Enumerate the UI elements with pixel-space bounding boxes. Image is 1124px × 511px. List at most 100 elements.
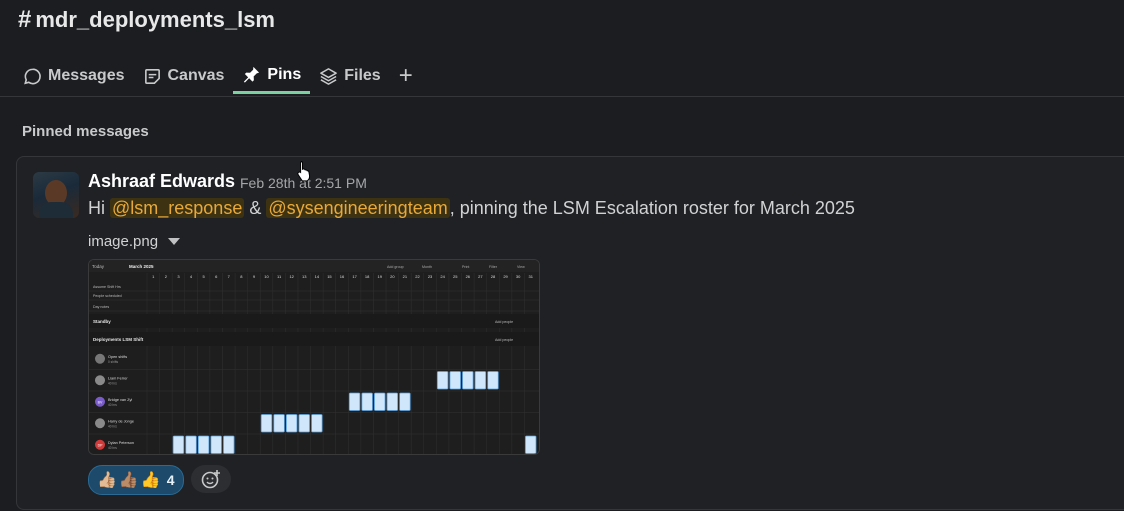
roster-shift-block [399, 392, 411, 411]
roster-person-hours: 40 hrs [108, 424, 117, 428]
attachment-name: image.png [88, 233, 159, 250]
roster-shift-block [285, 414, 298, 433]
roster-shift-block [436, 371, 449, 390]
roster-shift-block [273, 414, 285, 433]
tab-canvas-label: Canvas [167, 67, 225, 84]
avatar[interactable] [33, 172, 79, 218]
add-tab-button[interactable]: + [390, 58, 422, 94]
roster-shift-block [197, 435, 210, 454]
reactions-bar: 👍🏼 👍🏽 👍 4 [88, 465, 231, 495]
message-text-and: & [244, 198, 267, 218]
tab-messages[interactable]: Messages [14, 58, 134, 94]
roster-day-label: 19 [378, 274, 383, 279]
roster-day-label: 15 [327, 274, 332, 279]
roster-day-label: 18 [365, 274, 370, 279]
roster-shift-block [185, 435, 197, 454]
roster-person-hours: 0 shifts [108, 360, 119, 364]
roster-day-label: 10 [264, 274, 269, 279]
roster-person-avatar [95, 375, 105, 386]
roster-month-label: March 2025 [129, 264, 154, 269]
roster-image[interactable]: Today March 2025 Add group Month Print Filter… [88, 259, 540, 455]
plus-icon: + [398, 62, 413, 89]
roster-add-people: Add people [495, 338, 513, 342]
roster-person-name: Harry de Jonge [108, 419, 134, 423]
roster-day-label: 24 [440, 274, 445, 279]
pinned-message-card[interactable]: Ashraaf Edwards Feb 28th at 2:51 PM Hi @… [16, 156, 1124, 510]
tab-canvas[interactable]: Canvas [134, 58, 234, 94]
roster-row-label: People scheduled [93, 294, 122, 298]
roster-toolbar [89, 260, 539, 272]
roster-shift-block [386, 392, 399, 411]
roster-row-label: Assume Shift Hrs [93, 285, 121, 289]
channel-tabs: Messages Canvas Pins Files + [14, 58, 422, 96]
roster-shift-block [474, 371, 487, 390]
tab-pins[interactable]: Pins [233, 58, 311, 94]
pin-icon [244, 66, 260, 83]
roster-day-label: 20 [390, 274, 395, 279]
roster-shift-block [348, 392, 361, 411]
roster-day-label: 22 [415, 274, 420, 279]
mention-sysengineeringteam[interactable]: @sysengineeringteam [266, 198, 450, 218]
roster-image-svg: Today March 2025 Add group Month Print Filter… [89, 260, 539, 454]
roster-shift-block [361, 392, 373, 411]
hand-cursor-icon [297, 161, 311, 182]
roster-shift-block [311, 414, 323, 433]
roster-deploy-band [89, 332, 539, 346]
roster-toolbar-item: Print [462, 265, 469, 269]
roster-today-label: Today [92, 264, 105, 269]
roster-person-initials: DP [98, 443, 104, 447]
roster-shift-block [449, 371, 461, 390]
roster-shift-block [260, 414, 273, 433]
roster-day-label: 17 [352, 274, 357, 279]
roster-toolbar-item: View [517, 265, 525, 269]
channel-hash: # [18, 6, 32, 33]
message-text-rest: , pinning the LSM Escalation roster for … [449, 198, 855, 218]
roster-row-label: Day notes [93, 305, 109, 309]
roster-shift-block [223, 435, 235, 454]
roster-day-label: 12 [289, 274, 294, 279]
roster-day-label: 31 [528, 274, 533, 279]
mention-lsm-response[interactable]: @lsm_response [110, 198, 245, 218]
tab-files[interactable]: Files [310, 58, 389, 94]
roster-day-label: 30 [516, 274, 521, 279]
chevron-down-icon[interactable] [168, 238, 181, 245]
roster-person-hours: 40 hrs [108, 446, 117, 450]
roster-day-label: 25 [453, 274, 458, 279]
roster-day-label: 13 [302, 274, 307, 279]
roster-add-people: Add people [495, 320, 513, 324]
add-reaction-button[interactable] [190, 465, 231, 493]
reaction-count: 4 [166, 472, 175, 488]
message-author[interactable]: Ashraaf Edwards [88, 171, 235, 192]
roster-standby-label: Standby [93, 319, 111, 324]
roster-toolbar-item: Month [422, 265, 432, 269]
roster-person-name: Open shifts [108, 355, 127, 359]
roster-deploy-label: Deployments LSM Shift [93, 337, 144, 342]
channel-title[interactable]: # mdr_deployments_lsm [18, 6, 275, 34]
roster-person-name: Bridge van Zyl [108, 398, 132, 402]
roster-day-label: 27 [478, 274, 483, 279]
message-text-hi: Hi [88, 198, 110, 218]
roster-person-name: Dylan Peterson [108, 441, 134, 445]
attachment-header[interactable]: image.png [88, 233, 181, 250]
message-icon [24, 68, 41, 84]
tab-messages-label: Messages [48, 67, 125, 84]
roster-toolbar-item: Filter [489, 265, 498, 269]
tab-files-label: Files [344, 67, 381, 84]
roster-shift-block [172, 435, 185, 454]
pinned-messages-heading: Pinned messages [22, 123, 149, 140]
roster-day-label: 28 [491, 274, 496, 279]
roster-day-label: 26 [466, 274, 471, 279]
channel-name: mdr_deployments_lsm [35, 7, 275, 32]
roster-person-avatar [95, 353, 105, 364]
thumbs-up-medium-light-icon: 👍🏼 [97, 472, 117, 489]
reaction-thumbs-up[interactable]: 👍🏼 👍🏽 👍 4 [88, 465, 184, 495]
roster-person-avatar [95, 418, 105, 429]
roster-day-label: 23 [428, 274, 433, 279]
tab-pins-label: Pins [267, 65, 302, 83]
roster-person-hours: 40 hrs [108, 403, 117, 407]
roster-shift-block [462, 371, 474, 390]
roster-shift-block [525, 435, 537, 454]
thumbs-up-medium-icon: 👍🏽 [118, 472, 139, 489]
add-emoji-icon [201, 470, 220, 489]
roster-person-name: Liam Ferrer [108, 376, 128, 380]
